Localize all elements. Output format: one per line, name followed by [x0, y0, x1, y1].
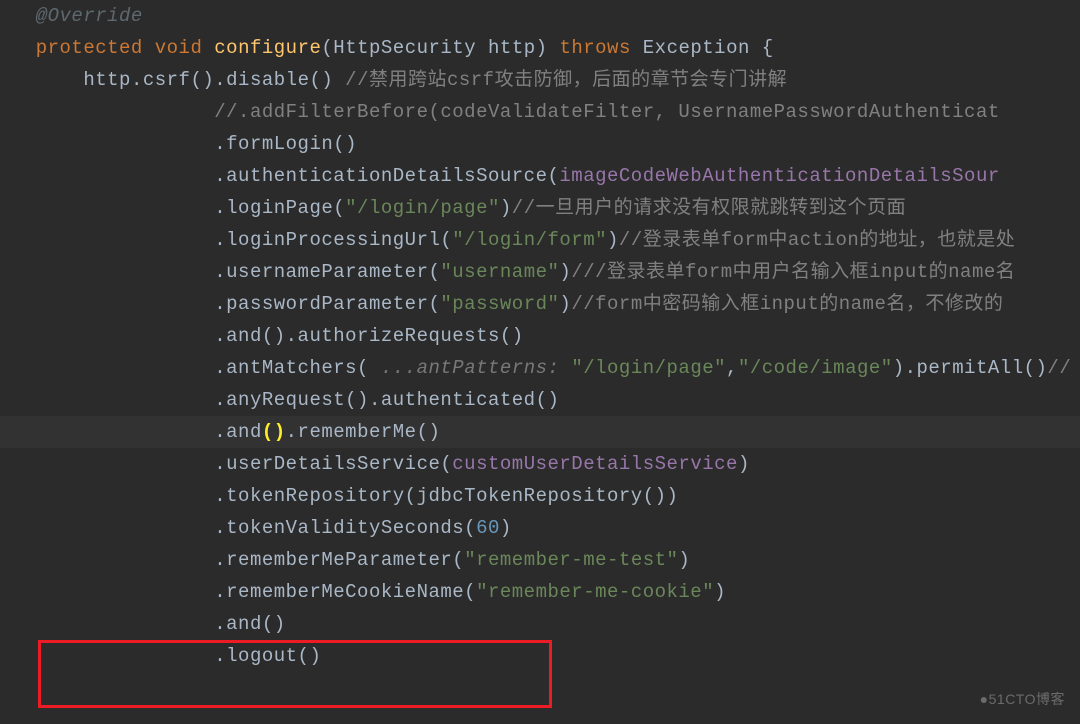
code-line: .formLogin() — [0, 128, 1080, 160]
code-line: .logout() — [0, 640, 1080, 672]
code-text: http.csrf().disable() //禁用跨站csrf攻击防御，后面的… — [0, 69, 787, 91]
code-line: .loginPage("/login/page")//一旦用户的请求没有权限就跳… — [0, 192, 1080, 224]
code-text: .and().authorizeRequests() — [0, 325, 524, 347]
code-text: .tokenRepository(jdbcTokenRepository()) — [0, 485, 678, 507]
code-text: .loginPage("/login/page")//一旦用户的请求没有权限就跳… — [0, 197, 906, 219]
code-line: protected void configure(HttpSecurity ht… — [0, 32, 1080, 64]
code-line: .passwordParameter("password")//form中密码输… — [0, 288, 1080, 320]
code-text: .and() — [0, 613, 286, 635]
code-line: .authenticationDetailsSource(imageCodeWe… — [0, 160, 1080, 192]
code-text: .antMatchers( ...antPatterns: "/login/pa… — [0, 357, 1071, 379]
code-editor[interactable]: @Override protected void configure(HttpS… — [0, 0, 1080, 672]
code-line: .userDetailsService(customUserDetailsSer… — [0, 448, 1080, 480]
watermark-text: ●51CTO博客 — [980, 689, 1065, 709]
code-line-highlighted: .and().rememberMe() — [0, 416, 1080, 448]
code-text: .loginProcessingUrl("/login/form")//登录表单… — [0, 229, 1015, 251]
code-line: .anyRequest().authenticated() — [0, 384, 1080, 416]
code-text: .rememberMeParameter("remember-me-test") — [0, 549, 690, 571]
code-line: http.csrf().disable() //禁用跨站csrf攻击防御，后面的… — [0, 64, 1080, 96]
code-text: .anyRequest().authenticated() — [0, 389, 559, 411]
code-line: .usernameParameter("username")///登录表单for… — [0, 256, 1080, 288]
code-text: .authenticationDetailsSource(imageCodeWe… — [0, 165, 1000, 187]
code-text: .formLogin() — [0, 133, 357, 155]
code-text: .and().rememberMe() — [0, 421, 440, 443]
code-line: .and().authorizeRequests() — [0, 320, 1080, 352]
code-text: .logout() — [0, 645, 321, 667]
code-line: .antMatchers( ...antPatterns: "/login/pa… — [0, 352, 1080, 384]
code-line: .tokenRepository(jdbcTokenRepository()) — [0, 480, 1080, 512]
code-text: .tokenValiditySeconds(60) — [0, 517, 512, 539]
code-line: @Override — [0, 0, 1080, 32]
code-line: .loginProcessingUrl("/login/form")//登录表单… — [0, 224, 1080, 256]
code-text: protected void configure(HttpSecurity ht… — [0, 37, 774, 59]
code-line: .tokenValiditySeconds(60) — [0, 512, 1080, 544]
code-text: .passwordParameter("password")//form中密码输… — [0, 293, 1003, 315]
code-text: .rememberMeCookieName("remember-me-cooki… — [0, 581, 726, 603]
code-text: .usernameParameter("username")///登录表单for… — [0, 261, 1015, 283]
code-line: .rememberMeParameter("remember-me-test") — [0, 544, 1080, 576]
code-text: .userDetailsService(customUserDetailsSer… — [0, 453, 750, 475]
code-line: .and() — [0, 608, 1080, 640]
code-text: @Override — [0, 5, 143, 27]
code-text: //.addFilterBefore(codeValidateFilter, U… — [0, 101, 1000, 123]
code-line: //.addFilterBefore(codeValidateFilter, U… — [0, 96, 1080, 128]
code-line: .rememberMeCookieName("remember-me-cooki… — [0, 576, 1080, 608]
